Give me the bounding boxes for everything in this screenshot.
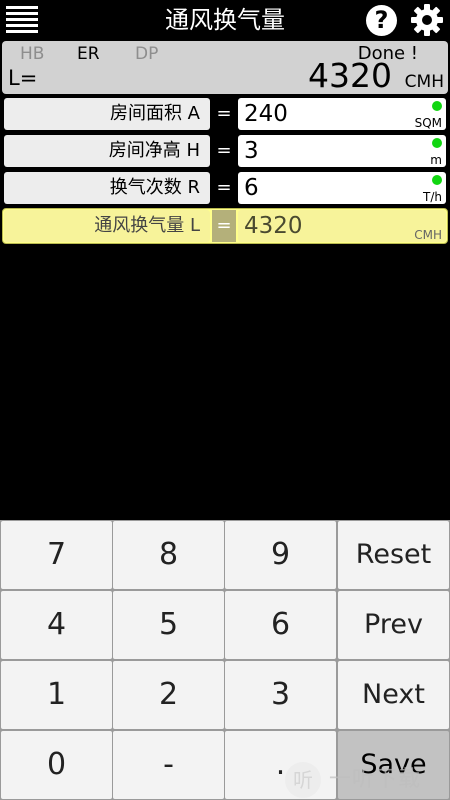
key-minus[interactable]: - <box>113 731 224 799</box>
area-input[interactable]: 240 SQM <box>238 98 446 130</box>
input-row-rate[interactable]: 换气次数 R = 6 T/h <box>0 170 450 206</box>
equals-sign: = <box>216 177 232 198</box>
key-0[interactable]: 0 <box>1 731 112 799</box>
key-4[interactable]: 4 <box>1 591 112 659</box>
height-input[interactable]: 3 m <box>238 135 446 167</box>
result-value: 4320 <box>308 56 392 95</box>
row-label-area: 房间面积 A <box>4 98 210 130</box>
volume-value: 4320 <box>244 213 303 239</box>
rate-value: 6 <box>244 175 259 201</box>
top-bar: 通风换气量 ? <box>0 0 450 40</box>
area-unit: SQM <box>414 116 442 130</box>
key-decimal[interactable]: . <box>225 731 336 799</box>
result-unit: CMH <box>404 72 444 92</box>
key-6[interactable]: 6 <box>225 591 336 659</box>
gear-icon[interactable] <box>410 3 444 37</box>
key-1[interactable]: 1 <box>1 661 112 729</box>
key-7[interactable]: 7 <box>1 521 112 589</box>
prev-button[interactable]: Prev <box>338 591 449 659</box>
input-row-volume-active[interactable]: 通风换气量 L = 4320 CMH <box>0 208 450 244</box>
status-dot-icon <box>432 138 442 148</box>
result-variable-label: L= <box>8 66 38 90</box>
key-9[interactable]: 9 <box>225 521 336 589</box>
key-2[interactable]: 2 <box>113 661 224 729</box>
status-dot-icon <box>432 175 442 185</box>
key-3[interactable]: 3 <box>225 661 336 729</box>
mode-hb[interactable]: HB <box>20 43 44 65</box>
volume-unit: CMH <box>414 228 442 242</box>
mode-dp[interactable]: DP <box>135 43 158 65</box>
reset-button[interactable]: Reset <box>338 521 449 589</box>
rate-unit: T/h <box>423 190 442 204</box>
equals-sign: = <box>216 140 232 161</box>
row-label-volume: 通风换气量 L <box>4 210 210 242</box>
help-icon[interactable]: ? <box>366 5 397 36</box>
key-5[interactable]: 5 <box>113 591 224 659</box>
next-button[interactable]: Next <box>338 661 449 729</box>
rate-input[interactable]: 6 T/h <box>238 172 446 204</box>
height-unit: m <box>430 153 442 167</box>
keypad: 7 8 9 Reset 4 5 6 Prev 1 2 3 Next 0 - . … <box>0 520 450 800</box>
equals-sign: = <box>216 103 232 124</box>
equals-sign: = <box>212 210 236 242</box>
input-row-area[interactable]: 房间面积 A = 240 SQM <box>0 96 450 132</box>
status-dot-icon <box>432 101 442 111</box>
key-8[interactable]: 8 <box>113 521 224 589</box>
row-label-height: 房间净高 H <box>4 135 210 167</box>
input-row-height[interactable]: 房间净高 H = 3 m <box>0 133 450 169</box>
mode-er[interactable]: ER <box>77 43 100 65</box>
volume-input[interactable]: 4320 CMH <box>238 210 446 242</box>
result-display: HB ER DP Done ! L= 4320 CMH <box>2 41 448 94</box>
row-label-rate: 换气次数 R <box>4 172 210 204</box>
save-button[interactable]: Save <box>338 731 449 799</box>
height-value: 3 <box>244 138 259 164</box>
area-value: 240 <box>244 101 288 127</box>
